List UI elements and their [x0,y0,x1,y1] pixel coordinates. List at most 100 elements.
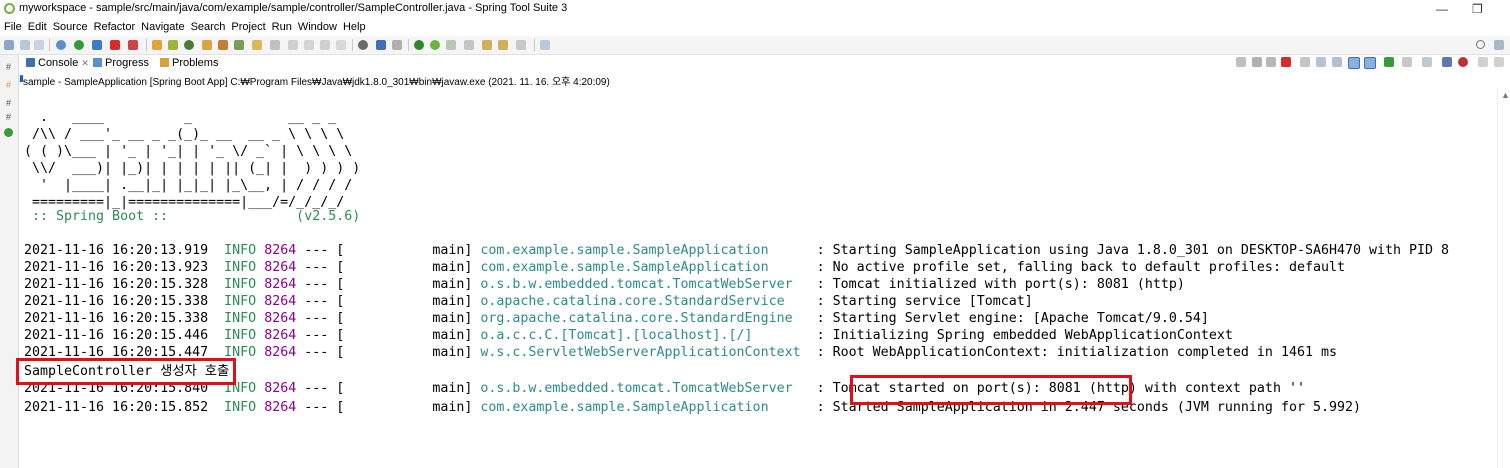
scroll-up-icon[interactable]: ▲ [1501,90,1510,100]
remove-launch-icon[interactable] [1252,57,1262,67]
menu-run[interactable]: Run [269,19,295,33]
skip-breakpoints-icon[interactable] [392,40,402,50]
stop-icon[interactable] [110,40,120,50]
window-title: myworkspace - sample/src/main/java/com/e… [19,2,568,14]
minimize-button[interactable]: — [1436,2,1448,16]
pencil-icon[interactable] [234,40,244,50]
clear-console-icon[interactable] [1300,57,1310,67]
tab-console[interactable]: Console ✕ [23,57,92,69]
boot-dashboard-view-icon[interactable] [4,128,13,137]
title-bar: myworkspace - sample/src/main/java/com/e… [0,0,1510,19]
open-perspective-icon[interactable] [540,40,550,50]
spring-boot-icon[interactable] [414,40,424,50]
menu-bar: File Edit Source Refactor Navigate Search Proj… [0,19,1510,36]
mark-icon[interactable] [304,40,314,50]
scroll-lock-icon[interactable] [1316,57,1326,67]
minimize-view-icon[interactable] [1478,57,1488,67]
new-icon[interactable] [4,40,14,50]
coverage-icon[interactable] [92,40,102,50]
log-line: 2021-11-16 16:20:13.919 INFO 8264 --- [ … [24,243,1450,258]
vertical-scrollbar[interactable]: ▲ [1497,88,1510,468]
toolbar-separator [146,39,147,51]
open-folder-icon[interactable] [218,40,228,50]
terminate-all-icon[interactable] [1236,57,1246,67]
menu-source[interactable]: Source [50,19,91,33]
progress-tab-icon [93,58,102,67]
show-stdout-icon[interactable] [1348,57,1360,69]
forward-icon[interactable] [498,40,508,50]
log-line: 2021-11-16 16:20:15.328 INFO 8264 --- [ … [24,277,1185,292]
menu-navigate[interactable]: Navigate [138,19,187,33]
left-trim-stack: # # # # [0,55,19,468]
package-icon[interactable] [152,40,162,50]
banner-line: . ____ _ __ _ _ [24,110,337,125]
show-whitespace-icon[interactable] [336,40,346,50]
toolbar-separator [534,39,535,51]
pin-icon[interactable] [270,40,280,50]
log-line: 2021-11-16 16:20:15.338 INFO 8264 --- [ … [24,294,1033,309]
toolbar-separator [352,39,353,51]
display-console-icon[interactable] [1402,57,1412,67]
save-icon[interactable] [20,40,30,50]
last-edit-icon[interactable] [516,40,526,50]
toolbar-separator [49,39,50,51]
save-all-icon[interactable] [34,40,44,50]
pin-view-icon[interactable]: # [4,63,13,72]
problems-tab-icon [160,58,169,67]
banner-line: \\/ ___)| |_)| | | | | || (_| | ) ) ) ) [24,161,361,176]
pin-console-icon[interactable] [1384,57,1394,67]
log-line: 2021-11-16 16:20:13.923 INFO 8264 --- [ … [24,260,1345,275]
console-tab-icon [26,58,35,67]
next-annotation-icon[interactable] [446,40,456,50]
run-icon[interactable] [74,40,84,50]
log-line: 2021-11-16 16:20:15.338 INFO 8264 --- [ … [24,311,1209,326]
terminate-icon[interactable] [1281,57,1291,67]
open-type-icon[interactable] [202,40,212,50]
menu-search[interactable]: Search [188,19,229,33]
prev-annotation-icon[interactable] [464,40,474,50]
log-line: 2021-11-16 16:20:15.446 INFO 8264 --- [ … [24,328,1233,343]
boot-dashboard-icon[interactable] [168,40,178,50]
spring-console-icon[interactable] [1458,57,1468,67]
banner-line: ' |____| .__|_| |_|_| |_\__, | / / / / [24,178,353,193]
new-class-icon[interactable] [184,40,194,50]
web-icon[interactable] [358,40,368,50]
spring-tool-suite-icon [4,3,15,14]
menu-window[interactable]: Window [295,19,340,33]
menu-edit[interactable]: Edit [25,19,50,33]
relaunch-icon[interactable] [128,40,138,50]
annotation-icon[interactable] [288,40,298,50]
word-wrap-icon[interactable] [1332,57,1342,67]
main-toolbar [0,36,1510,55]
restore-view-icon[interactable]: # [4,99,13,108]
launch-path-text: sample - SampleApplication [Spring Boot … [23,77,610,88]
restore-button[interactable]: ❐ [1472,2,1483,16]
console-output[interactable]: . ____ _ __ _ _ /\\ / ___'_ __ _ _(_)_ _… [19,88,1497,468]
tab-progress-label: Progress [105,57,150,69]
open-console-icon[interactable] [1422,57,1432,67]
maximize-view-icon[interactable] [1494,57,1504,67]
spring-boot-version-line: :: Spring Boot :: (v2.5.6) [24,209,361,224]
back-icon[interactable] [482,40,492,50]
close-icon[interactable]: ✕ [81,58,89,68]
tab-progress[interactable]: Progress [93,57,149,69]
debug-icon[interactable] [56,40,66,50]
tab-problems[interactable]: Problems [160,57,218,69]
perspective-icon[interactable] [1494,40,1504,50]
remove-all-icon[interactable] [1266,57,1276,67]
refresh-icon[interactable] [430,40,440,50]
show-stderr-icon[interactable] [1364,57,1376,69]
highlight-box-tomcat-port [850,375,1132,405]
toggle-icon[interactable] [320,40,330,50]
menu-help[interactable]: Help [340,19,369,33]
menu-file[interactable]: File [0,19,25,33]
search-file-icon[interactable] [252,40,262,50]
menu-project[interactable]: Project [228,19,268,33]
problems-view-icon[interactable]: # [4,81,13,90]
console-settings-icon[interactable] [1442,57,1452,67]
search-icon[interactable] [1476,40,1485,49]
menu-refactor[interactable]: Refactor [91,19,139,33]
outline-view-icon[interactable]: # [4,113,13,122]
console-icon[interactable] [376,40,386,50]
tab-problems-label: Problems [172,57,219,69]
